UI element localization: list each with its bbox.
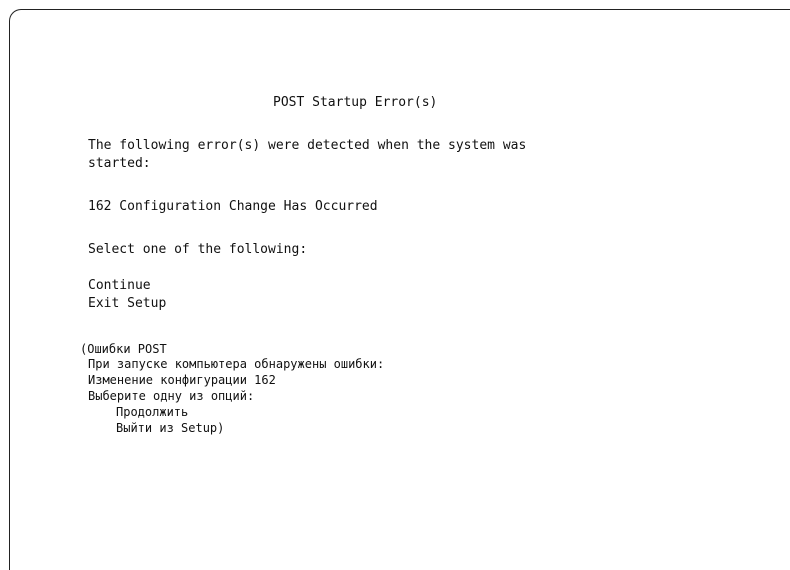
translation-detected-line: При запуске компьютера обнаружены ошибки… [88, 357, 385, 371]
option-exit-setup[interactable]: Exit Setup [88, 296, 166, 311]
error-message-line-2: started: [88, 156, 151, 171]
translation-option-exit: Выйти из Setup) [116, 421, 225, 435]
select-prompt: Select one of the following: [88, 242, 308, 257]
error-message-line-1: The following error(s) were detected whe… [88, 138, 527, 153]
option-continue[interactable]: Continue [88, 278, 151, 293]
translation-error-line: Изменение конфигурации 162 [88, 373, 276, 387]
post-error-title: POST Startup Error(s) [273, 95, 438, 110]
translation-heading: (Ошибки POST [80, 342, 167, 356]
error-code-line: 162 Configuration Change Has Occurred [88, 199, 378, 214]
translation-option-continue: Продолжить [116, 405, 189, 419]
translation-prompt-line: Выберите одну из опций: [88, 389, 255, 403]
